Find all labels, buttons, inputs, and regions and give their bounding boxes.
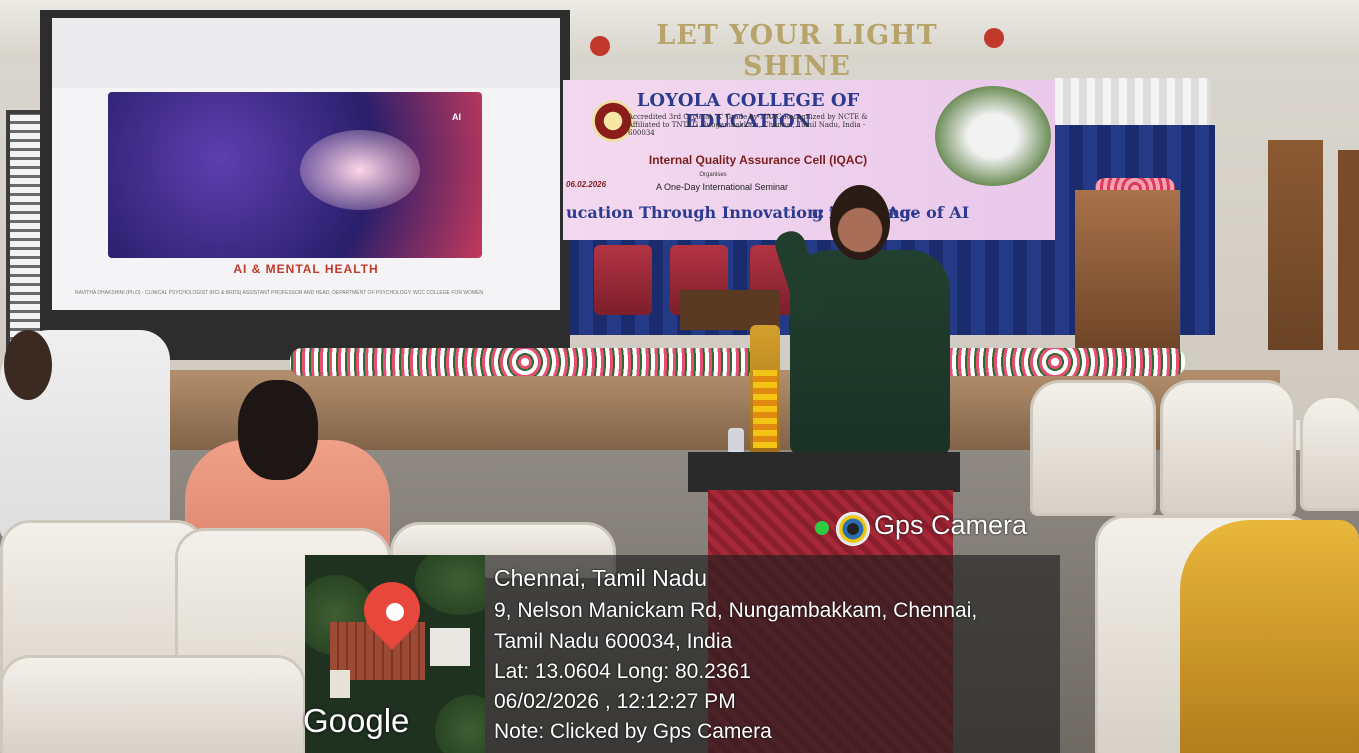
location-title: Chennai, Tamil Nadu	[494, 565, 708, 591]
slide-footer: RAVITHA DHAKSHINI (Ph.D) - CLINICAL PSYC…	[75, 290, 484, 296]
podium	[1075, 190, 1180, 355]
flower-garland	[290, 348, 760, 376]
map-building	[330, 670, 350, 698]
camera-lens-icon	[836, 512, 870, 546]
flower-garland	[925, 348, 1185, 376]
wall-motto: LET YOUR LIGHT SHINE	[656, 20, 938, 82]
speaker-head	[830, 185, 890, 260]
rose-emblem-right	[984, 28, 1004, 48]
door-right	[1338, 150, 1359, 350]
banner-organises: Organises	[699, 172, 727, 178]
stage-chair	[594, 245, 652, 315]
google-logo: Google	[303, 702, 410, 739]
map-tree	[415, 555, 485, 615]
audience-member	[1180, 520, 1359, 753]
gps-camera-label: Gps Camera	[874, 510, 1028, 540]
curtain-valance	[1055, 78, 1210, 128]
slide-heart-glow	[300, 130, 420, 210]
plastic-chair	[0, 655, 306, 753]
water-bottle	[728, 428, 744, 454]
slide-illustration	[108, 92, 482, 258]
banner-accreditation: Accredited 3rd Cycle at 'A' Grade by NAA…	[628, 113, 868, 137]
plastic-chair	[1030, 380, 1156, 516]
capture-datetime: 06/02/2026 , 12:12:27 PM	[494, 690, 736, 713]
gps-status-dot-icon	[815, 521, 829, 535]
banner-seminar: A One-Day International Seminar	[655, 182, 789, 192]
banner-date: 06.02.2026	[566, 180, 607, 189]
rose-emblem-left	[590, 36, 610, 56]
college-building-photo	[935, 86, 1051, 186]
map-building	[430, 628, 470, 666]
lamp-flowers	[753, 370, 777, 448]
capture-note: Note: Clicked by Gps Camera	[494, 720, 772, 743]
audience-member-head	[4, 330, 52, 400]
coordinates: Lat: 13.0604 Long: 80.2361	[494, 660, 751, 683]
slide-title: AI & MENTAL HEALTH	[233, 262, 379, 276]
banner-iqac: Internal Quality Assurance Cell (IQAC)	[648, 153, 868, 167]
plastic-chair	[1300, 395, 1359, 511]
address-line-1: 9, Nelson Manickam Rd, Nungambakkam, Che…	[494, 599, 978, 622]
location-pin-center	[383, 600, 407, 624]
slide-ai-label: AI	[452, 112, 461, 122]
lectern-display	[688, 452, 960, 492]
stage-table	[680, 290, 780, 330]
address-line-2: Tamil Nadu 600034, India	[494, 630, 733, 653]
plastic-chair	[1160, 380, 1296, 516]
map-tree	[435, 695, 485, 753]
door	[1268, 140, 1323, 350]
audience-member-head	[238, 380, 318, 480]
projector-screen-upper	[52, 18, 560, 88]
